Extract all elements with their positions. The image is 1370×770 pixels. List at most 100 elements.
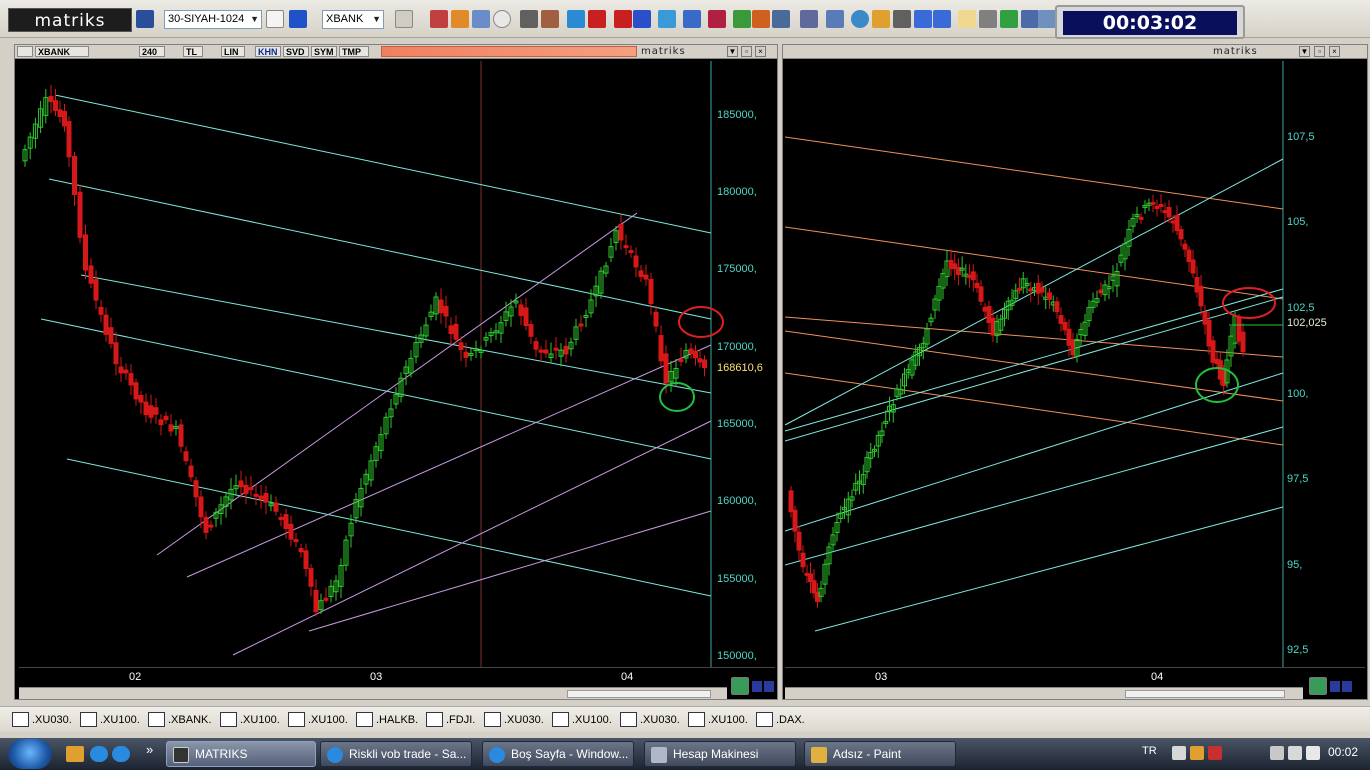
symbol-select[interactable]: XBANK ▼ bbox=[322, 10, 384, 29]
instrument-tab[interactable]: .XU100. bbox=[552, 712, 612, 728]
tower-icon[interactable] bbox=[567, 10, 585, 28]
chat-icon[interactable] bbox=[1000, 10, 1018, 28]
info-icon[interactable] bbox=[289, 10, 307, 28]
mail-icon[interactable] bbox=[958, 10, 976, 28]
help-icon[interactable] bbox=[1172, 746, 1186, 760]
save-icon[interactable] bbox=[136, 10, 154, 28]
ie-icon[interactable] bbox=[112, 746, 130, 762]
grid-icon[interactable] bbox=[683, 10, 701, 28]
tab-template[interactable]: TMP bbox=[339, 46, 369, 57]
scrollbar-thumb[interactable] bbox=[1125, 690, 1285, 698]
chevron-down-icon[interactable]: ▼ bbox=[1299, 46, 1310, 57]
chevron-down-icon[interactable]: ▼ bbox=[727, 46, 738, 57]
refresh-icon[interactable] bbox=[731, 677, 749, 695]
chart-icon[interactable] bbox=[430, 10, 448, 28]
monitor-icon[interactable] bbox=[1038, 10, 1056, 28]
chart-menu-icon[interactable] bbox=[17, 46, 33, 57]
template-select[interactable]: 30-SIYAH-1024 ▼ bbox=[164, 10, 262, 29]
monitor-icon[interactable] bbox=[1270, 746, 1284, 760]
price-axis-label: 105, bbox=[1287, 216, 1309, 228]
right-horizontal-scrollbar[interactable] bbox=[785, 687, 1303, 699]
print-icon[interactable] bbox=[979, 10, 997, 28]
tab-scale[interactable]: LIN bbox=[221, 46, 245, 57]
percent-icon[interactable] bbox=[752, 10, 770, 28]
tab-symbol[interactable]: XBANK bbox=[35, 46, 89, 57]
arrow-left-icon[interactable] bbox=[752, 681, 762, 692]
instrument-tab[interactable]: .FDJI. bbox=[426, 712, 475, 728]
window-minimize-icon[interactable] bbox=[914, 10, 932, 28]
volume-icon[interactable] bbox=[1306, 746, 1320, 760]
clock-icon[interactable] bbox=[493, 10, 511, 28]
restore-icon[interactable]: ▫ bbox=[1314, 46, 1325, 57]
tab-period[interactable]: 240 bbox=[139, 46, 165, 57]
windows-icon[interactable] bbox=[826, 10, 844, 28]
folder-icon[interactable] bbox=[66, 746, 84, 762]
cube-icon[interactable] bbox=[451, 10, 469, 28]
user-icon[interactable] bbox=[872, 10, 890, 28]
instrument-tab[interactable]: .XU100. bbox=[688, 712, 748, 728]
link-icon[interactable] bbox=[708, 10, 726, 28]
task-browser-2[interactable]: Boş Sayfa - Window... bbox=[482, 741, 634, 767]
tools-icon[interactable] bbox=[893, 10, 911, 28]
satellite-icon[interactable] bbox=[658, 10, 676, 28]
task-matriks[interactable]: MATRIKS bbox=[166, 741, 316, 767]
refresh-icon[interactable] bbox=[1309, 677, 1327, 695]
candle-body bbox=[518, 304, 524, 316]
money-icon[interactable] bbox=[733, 10, 751, 28]
right-chart-area[interactable]: 107,5 105, 102,5 100, 97,5 95, 92,5 102,… bbox=[785, 61, 1365, 667]
left-horizontal-scrollbar[interactable] bbox=[19, 687, 727, 699]
security-icon[interactable] bbox=[1208, 746, 1222, 760]
bars-icon[interactable] bbox=[772, 10, 790, 28]
candle-body bbox=[443, 305, 449, 317]
restore-icon[interactable]: ▫ bbox=[741, 46, 752, 57]
instrument-tab[interactable]: .XBANK. bbox=[148, 712, 211, 728]
ie-icon bbox=[327, 747, 343, 763]
draw-line-icon[interactable] bbox=[395, 10, 413, 28]
font-a-icon[interactable] bbox=[614, 10, 632, 28]
task-browser-1[interactable]: Riskli vob trade - Sa... bbox=[320, 741, 472, 767]
system-clock[interactable]: 00:02 bbox=[1328, 745, 1358, 759]
right-chart-window: matriks ▼ ▫ × 107,5 105, 102,5 100, 97,5… bbox=[782, 44, 1368, 700]
bold-b-icon[interactable] bbox=[588, 10, 606, 28]
instrument-tab[interactable]: .XU100. bbox=[80, 712, 140, 728]
task-paint[interactable]: Adsız - Paint bbox=[804, 741, 956, 767]
close-icon[interactable]: × bbox=[755, 46, 766, 57]
page-icon[interactable] bbox=[266, 10, 284, 28]
arrow-right-icon[interactable] bbox=[1342, 681, 1352, 692]
instrument-tab[interactable]: .DAX. bbox=[756, 712, 805, 728]
globe-icon[interactable] bbox=[851, 10, 869, 28]
left-chart-area[interactable]: 185000, 180000, 175000, 170000, 165000, … bbox=[19, 61, 775, 667]
underline-u-icon[interactable] bbox=[633, 10, 651, 28]
list-icon[interactable] bbox=[800, 10, 818, 28]
date-label: 04 bbox=[621, 671, 634, 683]
scrollbar-thumb[interactable] bbox=[567, 690, 711, 698]
analysis-icon[interactable] bbox=[472, 10, 490, 28]
arrow-left-icon[interactable] bbox=[1330, 681, 1340, 692]
instrument-tab[interactable]: .XU100. bbox=[220, 712, 280, 728]
instrument-tab-strip: .XU030. .XU100. .XBANK. .XU100. .XU100. … bbox=[0, 706, 1370, 732]
start-button[interactable] bbox=[8, 739, 52, 769]
instrument-tab[interactable]: .XU030. bbox=[12, 712, 72, 728]
instrument-tab[interactable]: .XU030. bbox=[484, 712, 544, 728]
task-calculator[interactable]: Hesap Makinesi bbox=[644, 741, 796, 767]
arrow-right-icon[interactable] bbox=[764, 681, 774, 692]
pen-icon[interactable] bbox=[520, 10, 538, 28]
tab-chart-type[interactable]: KHN bbox=[255, 46, 281, 57]
brush-icon[interactable] bbox=[541, 10, 559, 28]
window-tile-icon[interactable] bbox=[933, 10, 951, 28]
instrument-tab[interactable]: .XU100. bbox=[288, 712, 348, 728]
keyboard-icon[interactable] bbox=[1190, 746, 1204, 760]
quick-launch-more[interactable]: » bbox=[146, 742, 153, 757]
close-icon[interactable]: × bbox=[1329, 46, 1340, 57]
network-icon[interactable] bbox=[1288, 746, 1302, 760]
tab-svd[interactable]: SVD bbox=[283, 46, 309, 57]
candle-body bbox=[248, 487, 254, 491]
network-icon[interactable] bbox=[1021, 10, 1039, 28]
instrument-tab[interactable]: .XU030. bbox=[620, 712, 680, 728]
language-indicator[interactable]: TR bbox=[1142, 745, 1157, 757]
instrument-tab[interactable]: .HALKB. bbox=[356, 712, 418, 728]
date-label: 03 bbox=[875, 671, 888, 683]
ie-icon[interactable] bbox=[90, 746, 108, 762]
tab-sym[interactable]: SYM bbox=[311, 46, 337, 57]
tab-currency[interactable]: TL bbox=[183, 46, 203, 57]
